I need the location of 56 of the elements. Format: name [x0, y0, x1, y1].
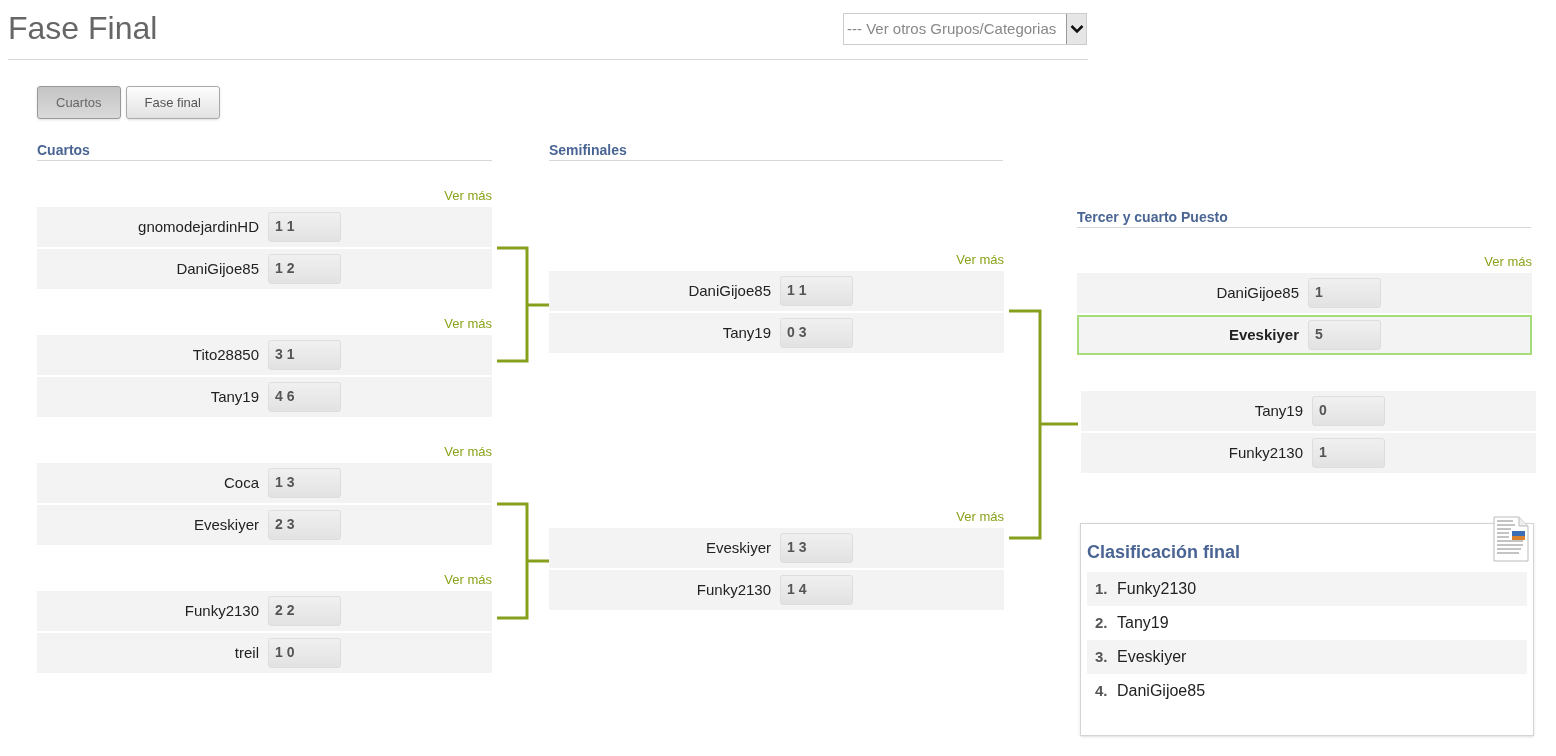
player-name: Eveskiyer [1228, 326, 1299, 343]
rank-number: 1. [1095, 578, 1109, 599]
score-box: 1 3 [268, 468, 341, 498]
tab-button[interactable]: Fase final [125, 86, 220, 119]
ver-mas-link[interactable]: Ver más [1484, 255, 1532, 269]
section-heading: Cuartos [37, 142, 90, 158]
player-name: Coca [223, 474, 259, 491]
player-name: Funky2130 [1228, 444, 1303, 461]
score-box: 1 2 [268, 254, 341, 284]
ver-mas-link[interactable]: Ver más [444, 317, 492, 331]
ver-mas-link[interactable]: Ver más [956, 510, 1004, 524]
score-box: 1 1 [780, 276, 853, 306]
section-heading: Semifinales [549, 142, 627, 158]
player-name: Tany19 [210, 388, 259, 405]
section-heading: Tercer y cuarto Puesto [1077, 209, 1228, 225]
player-name: Tito28850 [192, 346, 259, 363]
score-box: 1 4 [780, 575, 853, 605]
score-box: 1 3 [780, 533, 853, 563]
rank-number: 4. [1095, 680, 1109, 701]
score-box: 1 [1308, 278, 1381, 308]
ver-mas-link[interactable]: Ver más [444, 189, 492, 203]
score-box: 2 3 [268, 510, 341, 540]
score-box: 4 6 [268, 382, 341, 412]
rank-number: 3. [1095, 646, 1109, 667]
category-dropdown[interactable]: --- Ver otros Grupos/Categorias [843, 13, 1087, 45]
player-name: Tany19 [1254, 402, 1303, 419]
player-name: Tany19 [1117, 613, 1169, 633]
score-box: 2 2 [268, 596, 341, 626]
card-title: Clasificación final [1087, 541, 1242, 564]
player-name: DaniGijoe85 [688, 282, 771, 299]
tab-button[interactable]: Cuartos [37, 86, 121, 119]
score-box: 1 0 [268, 638, 341, 668]
score-box: 1 1 [268, 212, 341, 242]
player-name: DaniGijoe85 [1117, 681, 1206, 701]
score-box: 3 1 [268, 340, 341, 370]
score-box: 5 [1308, 320, 1381, 350]
player-name: Eveskiyer [705, 539, 771, 556]
player-name: Funky2130 [696, 581, 771, 598]
player-name: Funky2130 [184, 602, 259, 619]
player-name: Eveskiyer [193, 516, 259, 533]
ver-mas-link[interactable]: Ver más [444, 445, 492, 459]
chevron-down-icon [1069, 24, 1084, 34]
ver-mas-link[interactable]: Ver más [444, 573, 492, 587]
score-box: 0 [1312, 396, 1385, 426]
player-name: Funky2130 [1117, 579, 1197, 599]
player-name: Eveskiyer [1117, 647, 1187, 667]
score-box: 0 3 [780, 318, 853, 348]
page-title: Fase Final [8, 9, 158, 47]
player-name: DaniGijoe85 [1216, 284, 1299, 301]
player-name: Tany19 [722, 324, 771, 341]
player-name: treil [234, 644, 259, 661]
player-name: gnomodejardinHD [138, 218, 259, 235]
rank-number: 2. [1095, 612, 1109, 633]
ver-mas-link[interactable]: Ver más [956, 253, 1004, 267]
score-box: 1 [1312, 438, 1385, 468]
player-name: DaniGijoe85 [176, 260, 259, 277]
